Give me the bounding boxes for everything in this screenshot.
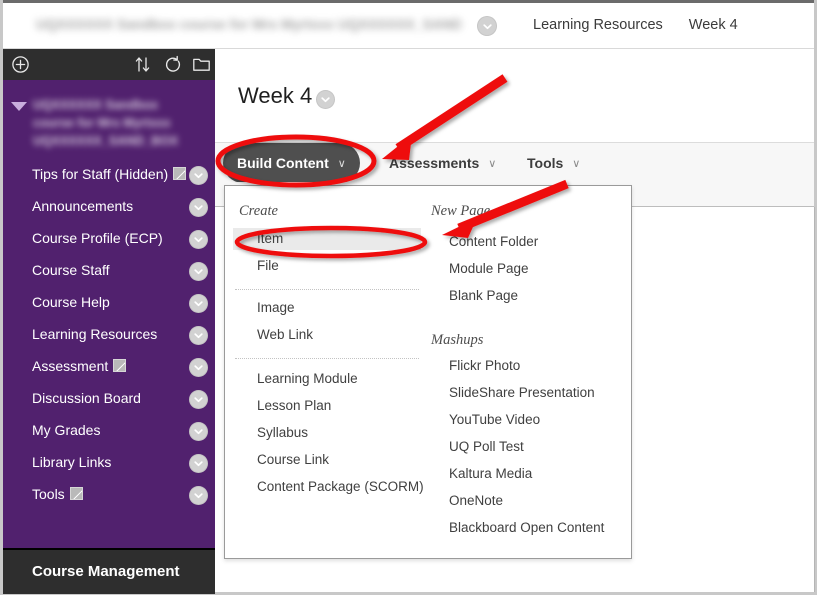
menu-divider xyxy=(235,358,419,359)
external-link-icon xyxy=(113,359,127,372)
sidebar-item-discussion-board[interactable]: Discussion Board xyxy=(3,384,215,416)
menu-item-file[interactable]: File xyxy=(233,255,421,277)
course-title-redacted: UQXXXXXX Sandbox course for Mrs Myrtxxx … xyxy=(36,16,461,32)
course-menu-sidebar: UQXXXXXX Sandbox course for Mrs Myrtxxx … xyxy=(3,80,215,548)
sidebar-item-label: Learning Resources xyxy=(32,326,158,342)
sidebar-item-course-help[interactable]: Course Help xyxy=(3,288,215,320)
menu-item-onenote[interactable]: OneNote xyxy=(425,490,613,512)
menu-item-uq-poll-test[interactable]: UQ Poll Test xyxy=(425,436,613,458)
menu-item-flickr-photo[interactable]: Flickr Photo xyxy=(425,355,613,377)
menu-item-content-package-scorm[interactable]: Content Package (SCORM) xyxy=(233,476,433,498)
menu-item-content-folder[interactable]: Content Folder xyxy=(425,231,613,253)
breadcrumb: Learning Resources Week 4 xyxy=(533,17,738,33)
dropdown-heading-mashups: Mashups xyxy=(431,332,484,348)
sidebar-item-announcements[interactable]: Announcements xyxy=(3,192,215,224)
sidebar-item-tools[interactable]: Tools xyxy=(3,480,215,512)
build-content-dropdown-menu: Create Item File Image Web Link Learning… xyxy=(224,185,632,559)
menu-item-web-link[interactable]: Web Link xyxy=(233,324,421,346)
app-root: UQXXXXXX Sandbox course for Mrs Myrtxxx … xyxy=(0,0,817,595)
menu-item-slideshare-presentation[interactable]: SlideShare Presentation xyxy=(425,382,613,404)
menu-item-youtube-video[interactable]: YouTube Video xyxy=(425,409,613,431)
chevron-down-circle-icon[interactable] xyxy=(189,390,208,409)
sidebar-item-assessment[interactable]: Assessment xyxy=(3,352,215,384)
course-management-label: Course Management xyxy=(32,563,180,580)
folder-icon[interactable] xyxy=(192,55,211,74)
chevron-down-circle-icon[interactable] xyxy=(189,358,208,377)
chevron-down-circle-icon[interactable] xyxy=(189,422,208,441)
external-link-icon xyxy=(173,167,187,180)
build-content-label: Build Content xyxy=(237,155,329,171)
sidebar-item-library-links[interactable]: Library Links xyxy=(3,448,215,480)
chevron-down-icon: ∨ xyxy=(572,157,581,170)
sidebar-item-learning-resources[interactable]: Learning Resources xyxy=(3,320,215,352)
action-bar: Build Content ∨ Assessments ∨ Tools ∨ xyxy=(215,142,814,184)
sidebar-item-my-grades[interactable]: My Grades xyxy=(3,416,215,448)
menu-item-learning-module[interactable]: Learning Module xyxy=(233,368,421,390)
chevron-down-icon: ∨ xyxy=(337,157,346,170)
sidebar-item-label: Assessment xyxy=(32,358,109,374)
tools-button[interactable]: Tools ∨ xyxy=(513,143,594,183)
course-management-section[interactable]: Course Management xyxy=(3,548,215,594)
sidebar-item-label: Tools xyxy=(32,486,65,502)
sidebar-item-tips-for-staff[interactable]: Tips for Staff (Hidden) xyxy=(3,160,215,192)
sidebar-item-course-profile[interactable]: Course Profile (ECP) xyxy=(3,224,215,256)
chevron-down-circle-icon[interactable] xyxy=(189,262,208,281)
sidebar-item-label: Announcements xyxy=(32,198,134,214)
assessments-button[interactable]: Assessments ∨ xyxy=(375,143,510,183)
dropdown-heading-create: Create xyxy=(239,203,278,219)
course-menu-title-row[interactable]: UQXXXXXX Sandbox course for Mrs Myrtxxx … xyxy=(3,94,215,160)
page-title-chevron-down-icon[interactable] xyxy=(316,90,335,109)
menu-item-item[interactable]: Item xyxy=(233,228,421,250)
sidebar-item-label: Tips for Staff (Hidden) xyxy=(32,166,169,182)
menu-divider xyxy=(235,289,419,290)
menu-item-kaltura-media[interactable]: Kaltura Media xyxy=(425,463,613,485)
menu-item-syllabus[interactable]: Syllabus xyxy=(233,422,421,444)
chevron-down-circle-icon[interactable] xyxy=(189,454,208,473)
dropdown-column-new-page: New Page Content Folder Module Page Blan… xyxy=(425,186,613,558)
plus-circle-icon[interactable] xyxy=(11,55,30,74)
caret-down-icon[interactable] xyxy=(11,102,27,111)
tools-label: Tools xyxy=(527,155,564,171)
refresh-icon[interactable] xyxy=(164,55,182,74)
menu-item-module-page[interactable]: Module Page xyxy=(425,258,613,280)
menu-item-image[interactable]: Image xyxy=(233,297,421,319)
menu-item-blackboard-open-content[interactable]: Blackboard Open Content xyxy=(425,517,613,539)
chevron-down-circle-icon[interactable] xyxy=(189,198,208,217)
global-header: UQXXXXXX Sandbox course for Mrs Myrtxxx … xyxy=(3,3,814,49)
chevron-down-circle-icon[interactable] xyxy=(189,230,208,249)
chevron-down-circle-icon[interactable] xyxy=(189,294,208,313)
dropdown-column-create: Create Item File Image Web Link Learning… xyxy=(233,186,424,558)
chevron-down-icon: ∨ xyxy=(488,157,497,170)
breadcrumb-item-learning-resources[interactable]: Learning Resources xyxy=(533,17,663,33)
sidebar-item-label: Course Profile (ECP) xyxy=(32,230,163,246)
build-content-button[interactable]: Build Content ∨ xyxy=(223,143,360,183)
breadcrumb-item-week-4[interactable]: Week 4 xyxy=(689,17,738,33)
course-menu-toolbar xyxy=(3,49,215,80)
dropdown-heading-new-page: New Page xyxy=(431,203,491,219)
sidebar-item-label: Course Help xyxy=(32,294,110,310)
menu-item-course-link[interactable]: Course Link xyxy=(233,449,421,471)
chevron-down-circle-icon[interactable] xyxy=(189,326,208,345)
assessments-label: Assessments xyxy=(389,155,480,171)
course-menu-title-redacted: UQXXXXXX Sandbox course for Mrs Myrtxxx … xyxy=(33,98,179,148)
sidebar-item-label: Course Staff xyxy=(32,262,110,278)
sort-arrows-icon[interactable] xyxy=(134,55,151,74)
sidebar-item-label: Library Links xyxy=(32,454,112,470)
menu-item-lesson-plan[interactable]: Lesson Plan xyxy=(233,395,421,417)
page-title: Week 4 xyxy=(238,83,313,108)
sidebar-item-label: Discussion Board xyxy=(32,390,141,406)
sidebar-item-label: My Grades xyxy=(32,422,101,438)
menu-item-blank-page[interactable]: Blank Page xyxy=(425,285,613,307)
external-link-icon xyxy=(69,487,83,500)
chevron-down-circle-icon[interactable] xyxy=(189,166,208,185)
course-menu-chevron-down-icon[interactable] xyxy=(477,16,497,36)
sidebar-item-course-staff[interactable]: Course Staff xyxy=(3,256,215,288)
chevron-down-circle-icon[interactable] xyxy=(189,486,208,505)
